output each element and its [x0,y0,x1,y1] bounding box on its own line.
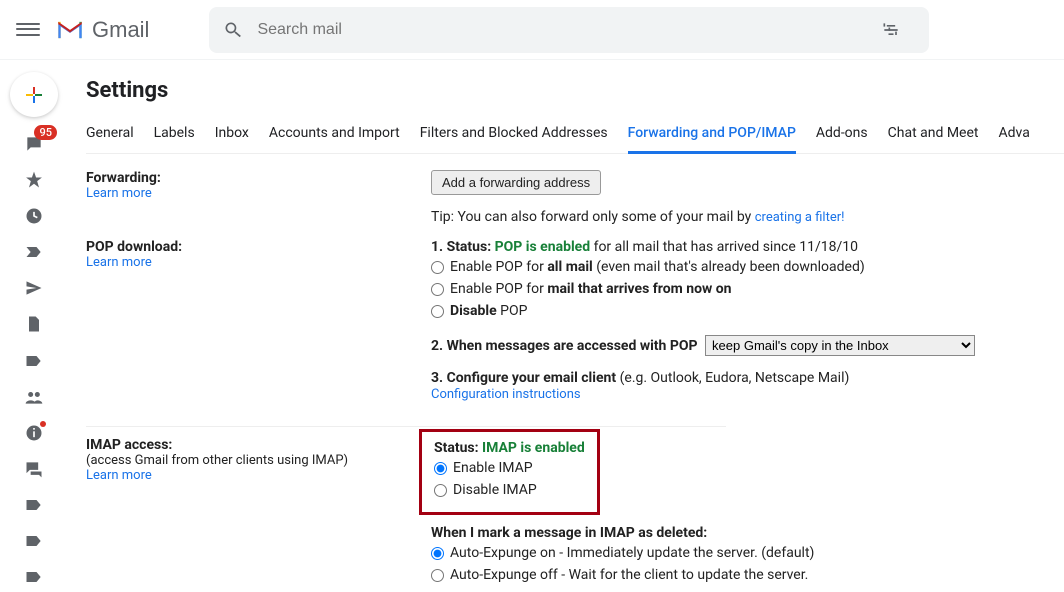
pop-option-nowon[interactable]: Enable POP for mail that arrives from no… [431,279,1064,299]
forwarding-filter-link[interactable]: creating a filter! [755,210,845,225]
pop-config-link[interactable]: Configuration instructions [431,387,581,402]
imap-option-disable[interactable]: Disable IMAP [434,480,585,500]
imap-option-enable[interactable]: Enable IMAP [434,458,585,478]
send-icon [24,278,44,298]
tag-icon [24,495,44,515]
tab-labels[interactable]: Labels [154,117,195,153]
imap-status-value: IMAP is enabled [482,440,585,456]
tab-chat-meet[interactable]: Chat and Meet [888,117,979,153]
pop-status-prefix: 1. Status: [431,239,495,255]
pop-section: POP download: Learn more 1. Status: POP … [86,239,1064,416]
tab-accounts[interactable]: Accounts and Import [269,117,400,153]
pop-option-disable[interactable]: Disable POP [431,301,1064,321]
forwarding-section: Forwarding: Learn more Add a forwarding … [86,170,1064,239]
sidebar-categories-item[interactable] [18,345,50,375]
imap-section: IMAP access: (access Gmail from other cl… [86,437,1064,592]
imap-radio-expunge-off[interactable] [431,569,444,582]
gmail-logo[interactable]: Gmail [56,17,149,43]
pop-heading-3-suffix: (e.g. Outlook, Eudora, Netscape Mail) [616,370,849,386]
tab-advanced[interactable]: Adva [998,117,1029,153]
sidebar-chat2-item[interactable] [18,454,50,484]
tag2-icon [24,531,44,551]
notification-dot [40,421,46,427]
sidebar: 95 [0,60,68,592]
tab-forwarding-pop-imap[interactable]: Forwarding and POP/IMAP [628,117,796,154]
sidebar-label3-item[interactable] [18,526,50,556]
add-forwarding-button[interactable]: Add a forwarding address [431,170,601,195]
page-title: Settings [86,78,1064,103]
sidebar-snoozed-item[interactable] [18,201,50,231]
tab-addons[interactable]: Add-ons [816,117,868,153]
pop-heading-2: 2. When messages are accessed with POP [431,338,698,354]
document-icon [24,314,44,334]
people-icon [24,387,44,407]
imap-radio-disable[interactable] [434,484,447,497]
tag3-icon [24,567,44,587]
search-icon [223,20,243,40]
pop-status-suffix: for all mail that has arrived since 11/1… [590,239,858,255]
search-input[interactable] [257,21,881,39]
sidebar-drafts-item[interactable] [18,309,50,339]
tab-inbox[interactable]: Inbox [215,117,249,153]
forwarding-learn-more-link[interactable]: Learn more [86,186,152,201]
star-icon [24,170,44,190]
gmail-icon [56,19,84,41]
pop-heading-3: 3. Configure your email client [431,370,616,386]
imap-learn-more-link[interactable]: Learn more [86,468,152,483]
compose-button[interactable] [10,72,58,117]
pop-accessed-select[interactable]: keep Gmail's copy in the Inbox [705,335,975,356]
section-divider [86,426,726,427]
imap-hint: (access Gmail from other clients using I… [86,453,431,468]
imap-label: IMAP access: [86,437,431,453]
sidebar-starred-item[interactable] [18,165,50,195]
forwarding-label: Forwarding: [86,170,431,186]
main-menu-button[interactable] [16,18,40,42]
app-header: Gmail [0,0,1064,60]
tab-general[interactable]: General [86,117,134,153]
pop-label: POP download: [86,239,431,255]
chats-icon [24,459,44,479]
tab-filters[interactable]: Filters and Blocked Addresses [420,117,608,153]
imap-deleted-heading: When I mark a message in IMAP as deleted… [431,525,1064,541]
pop-radio-disable[interactable] [431,305,444,318]
clock-icon [24,206,44,226]
imap-expunge-on[interactable]: Auto-Expunge on - Immediately update the… [431,543,1064,563]
search-filters-icon[interactable] [881,20,901,40]
pop-radio-nowon[interactable] [431,283,444,296]
sidebar-chat-item[interactable]: 95 [18,129,50,159]
pop-radio-allmail[interactable] [431,261,444,274]
important-icon [24,242,44,262]
imap-status-prefix: Status: [434,440,482,456]
sidebar-label4-item[interactable] [18,562,50,592]
sidebar-important-item[interactable] [18,237,50,267]
settings-tabs: General Labels Inbox Accounts and Import… [86,117,1064,154]
forwarding-tip-text: Tip: You can also forward only some of y… [431,209,755,225]
pop-option-allmail[interactable]: Enable POP for all mail (even mail that'… [431,257,1064,277]
label-icon [24,351,44,371]
pop-status-value: POP is enabled [495,239,590,255]
app-name-label: Gmail [92,17,149,43]
sidebar-info-item[interactable] [18,418,50,448]
imap-radio-expunge-on[interactable] [431,547,444,560]
inbox-badge: 95 [34,125,57,140]
imap-expunge-off[interactable]: Auto-Expunge off - Wait for the client t… [431,565,1064,585]
sidebar-label2-item[interactable] [18,490,50,520]
plus-icon [22,83,46,107]
imap-radio-enable[interactable] [434,462,447,475]
search-bar[interactable] [209,7,929,53]
settings-content: Settings General Labels Inbox Accounts a… [68,60,1064,592]
pop-learn-more-link[interactable]: Learn more [86,255,152,270]
imap-highlight: Status: IMAP is enabled Enable IMAP Disa… [419,429,600,515]
sidebar-contacts-item[interactable] [18,382,50,412]
sidebar-sent-item[interactable] [18,273,50,303]
